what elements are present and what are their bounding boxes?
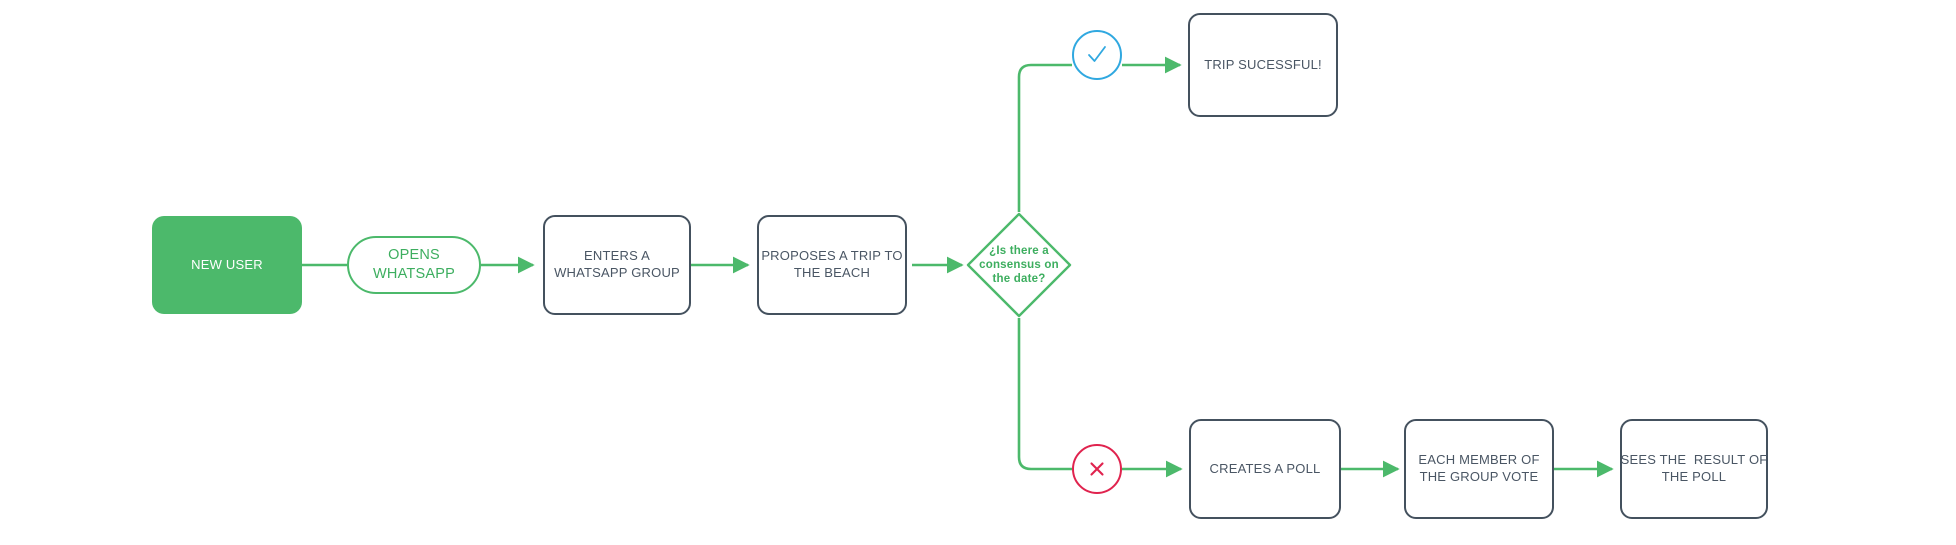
node-label: NEW USER [191,256,263,272]
node-proposes-a-trip-to-the-beach[interactable]: PROPOSES A TRIP TO THE BEACH [757,215,907,315]
check-icon [1088,46,1106,62]
yes-gate[interactable] [1072,30,1122,80]
node-sees-the-result-of-the-poll[interactable]: SEES THE RESULT OF THE POLL [1620,419,1768,519]
node-label-line-1: OPENS [388,247,440,264]
flowchart-canvas: NEW USER OPENS WHATSAPP ENTERS A WHATSAP… [0,0,1956,545]
node-label-line-3: the date? [992,273,1046,285]
node-label: TRIP SUCESSFUL! [1204,56,1322,72]
node-label-line-1: PROPOSES A TRIP TO [761,248,903,264]
node-opens-whatsapp[interactable]: OPENS WHATSAPP [347,236,481,294]
node-label-line-2: WHATSAPP GROUP [554,265,680,280]
node-label-line-2: WHATSAPP [373,266,455,282]
node-label-line-1: ENTERS A [584,248,650,264]
node-enters-a-whatsapp-group[interactable]: ENTERS A WHATSAPP GROUP [543,215,691,315]
node-label-line-2: THE POLL [1661,469,1727,484]
node-label: EACH MEMBER OF THE GROUP VOTE [1418,452,1539,486]
edge-decision-to-yes-gate [1017,63,1072,212]
node-label-line-2: THE GROUP VOTE [1419,469,1539,484]
node-label: ENTERS A WHATSAPP GROUP [554,248,680,282]
node-label-line-2: THE BEACH [793,265,871,280]
node-label: PROPOSES A TRIP TO THE BEACH [761,248,902,282]
node-label: CREATES A POLL [1209,460,1321,476]
node-label: ¿Is there a consensus on the date? [973,244,1065,286]
node-consensus-decision[interactable]: ¿Is there a consensus on the date? [966,212,1072,318]
node-label-line-2: consensus on [979,258,1059,271]
node-creates-a-poll[interactable]: CREATES A POLL [1189,419,1341,519]
node-label-line-1: ¿Is there a [989,244,1049,257]
no-gate[interactable] [1072,444,1122,494]
edge-decision-to-no-gate [1017,318,1072,471]
node-each-member-of-the-group-vote[interactable]: EACH MEMBER OF THE GROUP VOTE [1404,419,1554,519]
node-label: SEES THE RESULT OF THE POLL [1621,452,1768,486]
node-label-line-1: SEES THE RESULT OF [1620,452,1768,468]
node-label-line-1: EACH MEMBER OF [1418,452,1540,468]
node-label: OPENS WHATSAPP [373,246,455,284]
cross-icon [1090,462,1104,476]
node-trip-sucessful[interactable]: TRIP SUCESSFUL! [1188,13,1338,117]
node-new-user[interactable]: NEW USER [152,216,302,314]
